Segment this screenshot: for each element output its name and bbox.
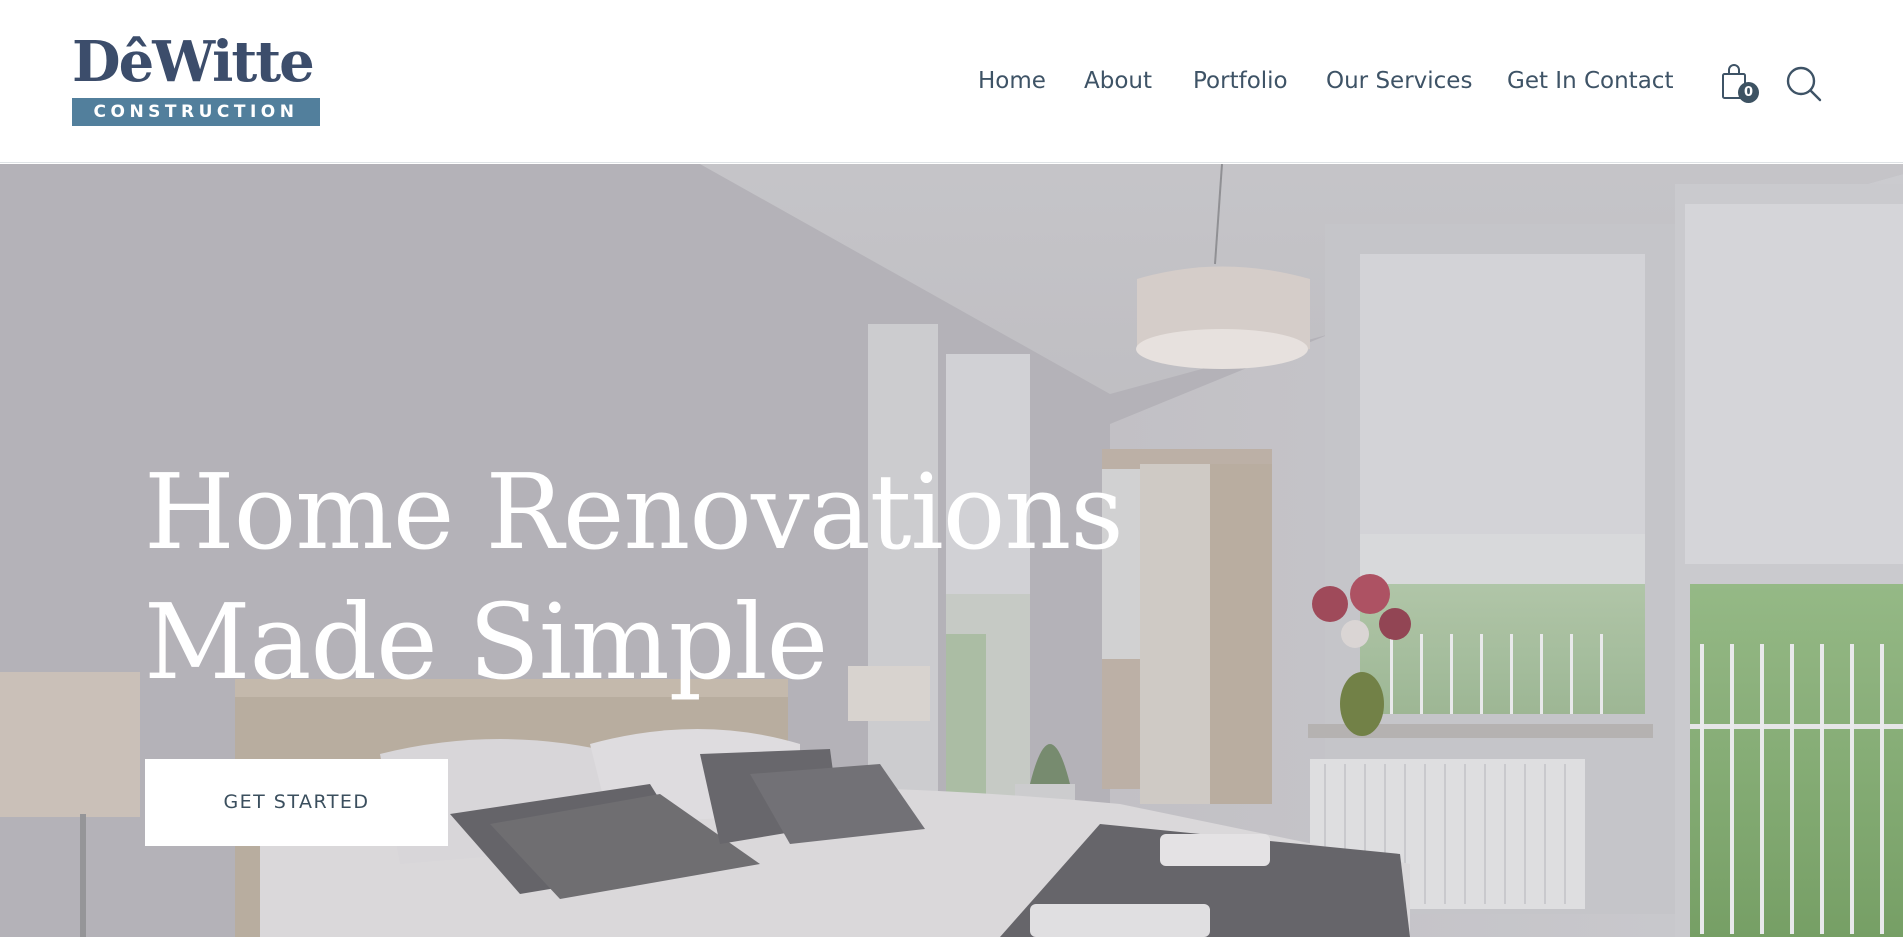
search-button[interactable]	[1784, 64, 1824, 104]
nav-get-in-contact[interactable]: Get In Contact	[1507, 62, 1673, 100]
nav-about[interactable]: About	[1084, 62, 1152, 100]
cart-count-badge: 0	[1738, 82, 1759, 103]
site-header: DêWitte CONSTRUCTION Home About Portfoli…	[0, 0, 1903, 163]
brand-subtitle: CONSTRUCTION	[72, 98, 320, 126]
brand-logo[interactable]: DêWitte CONSTRUCTION	[72, 34, 320, 126]
hero-title-line1: Home Renovations	[144, 451, 1124, 573]
get-started-button[interactable]: GET STARTED	[145, 759, 448, 846]
hero-title-line2: Made Simple	[144, 581, 828, 703]
cart-button[interactable]: 0	[1720, 62, 1759, 108]
nav-home[interactable]: Home	[978, 62, 1046, 100]
hero-section: Home Renovations Made Simple GET STARTED	[0, 164, 1903, 937]
nav-our-services[interactable]: Our Services	[1326, 62, 1472, 100]
brand-name: DêWitte	[72, 29, 315, 95]
hero-title: Home Renovations Made Simple	[144, 447, 1144, 707]
nav-portfolio[interactable]: Portfolio	[1193, 62, 1288, 100]
search-icon	[1786, 66, 1822, 102]
